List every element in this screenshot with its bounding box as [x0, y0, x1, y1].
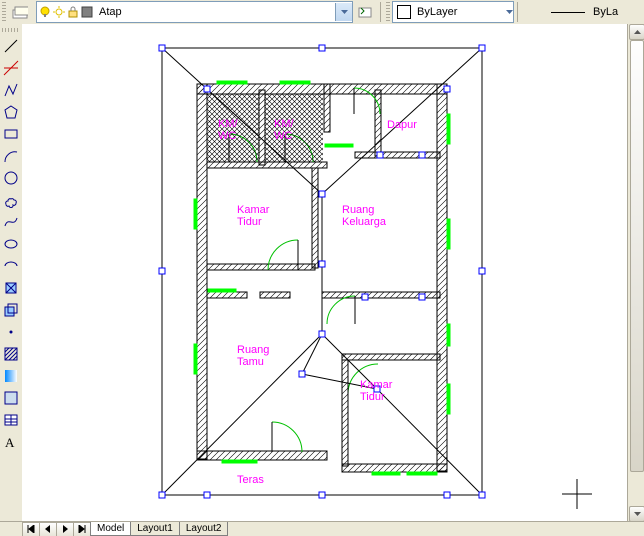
- lightbulb-on-icon: [39, 6, 51, 18]
- scroll-up-button[interactable]: [629, 24, 644, 40]
- make-block-tool[interactable]: [1, 300, 21, 320]
- polyline-tool[interactable]: [1, 80, 21, 100]
- ellipse-arc-tool[interactable]: [1, 256, 21, 276]
- floor-plan-drawing: [22, 24, 628, 522]
- tab-nav-next[interactable]: [56, 522, 74, 536]
- color-swatch: [397, 5, 411, 19]
- insert-block-tool[interactable]: [1, 278, 21, 298]
- lock-icon: [67, 6, 79, 18]
- dropdown-arrow-icon[interactable]: [506, 10, 513, 14]
- layout-tabs-bar: Model Layout1 Layout2: [0, 521, 644, 536]
- layer-name: Atap: [95, 6, 335, 18]
- properties-toolbar: Atap ByLayer ByLa: [0, 0, 644, 25]
- hatch-tool[interactable]: [1, 344, 21, 364]
- toolbar-separator: [380, 2, 381, 22]
- mtext-tool[interactable]: A: [1, 432, 21, 452]
- dropdown-arrow-icon[interactable]: [335, 3, 352, 21]
- line-tool[interactable]: [1, 36, 21, 56]
- tab-nav-first[interactable]: [22, 522, 40, 536]
- layer-properties-button[interactable]: [8, 0, 32, 24]
- toolbar-grip[interactable]: [386, 2, 390, 22]
- tab-nav-prev[interactable]: [39, 522, 57, 536]
- polygon-tool[interactable]: [1, 102, 21, 122]
- layer-previous-button[interactable]: [353, 0, 377, 24]
- toolbar-separator: [517, 2, 518, 22]
- table-tool[interactable]: [1, 410, 21, 430]
- construction-line-tool[interactable]: [1, 58, 21, 78]
- layer-dropdown[interactable]: Atap: [36, 1, 353, 23]
- cad-app: Atap ByLayer ByLa: [0, 0, 644, 536]
- point-tool[interactable]: [1, 322, 21, 342]
- rectangle-tool[interactable]: [1, 124, 21, 144]
- vertical-scrollbar[interactable]: [627, 24, 644, 522]
- scroll-down-button[interactable]: [629, 506, 644, 522]
- linetype-preview: [551, 12, 585, 13]
- region-tool[interactable]: [1, 388, 21, 408]
- tab-model[interactable]: Model: [90, 522, 131, 536]
- arc-tool[interactable]: [1, 146, 21, 166]
- tab-nav-last[interactable]: [73, 522, 91, 536]
- linetype-name: ByLa: [593, 6, 618, 18]
- gradient-tool[interactable]: [1, 366, 21, 386]
- color-name: ByLayer: [415, 6, 506, 18]
- circle-tool[interactable]: [1, 168, 21, 188]
- scroll-thumb[interactable]: [630, 40, 644, 472]
- color-dropdown[interactable]: ByLayer: [392, 1, 514, 23]
- draw-toolbar: A: [0, 24, 23, 522]
- svg-text:A: A: [5, 435, 15, 450]
- drawing-canvas[interactable]: KM/ WC KM/ WC Dapur Kamar Tidur Ruang Ke…: [22, 24, 644, 522]
- layer-state-icons: [37, 6, 95, 18]
- layer-color-icon: [81, 6, 93, 18]
- revision-cloud-tool[interactable]: [1, 190, 21, 210]
- tab-layout2[interactable]: Layout2: [179, 522, 229, 536]
- sun-icon: [53, 6, 65, 18]
- toolbar-grip[interactable]: [2, 2, 6, 22]
- linetype-dropdown[interactable]: ByLa: [521, 2, 644, 22]
- toolbar-grip[interactable]: [2, 28, 20, 32]
- ellipse-tool[interactable]: [1, 234, 21, 254]
- tab-layout1[interactable]: Layout1: [130, 522, 180, 536]
- spline-tool[interactable]: [1, 212, 21, 232]
